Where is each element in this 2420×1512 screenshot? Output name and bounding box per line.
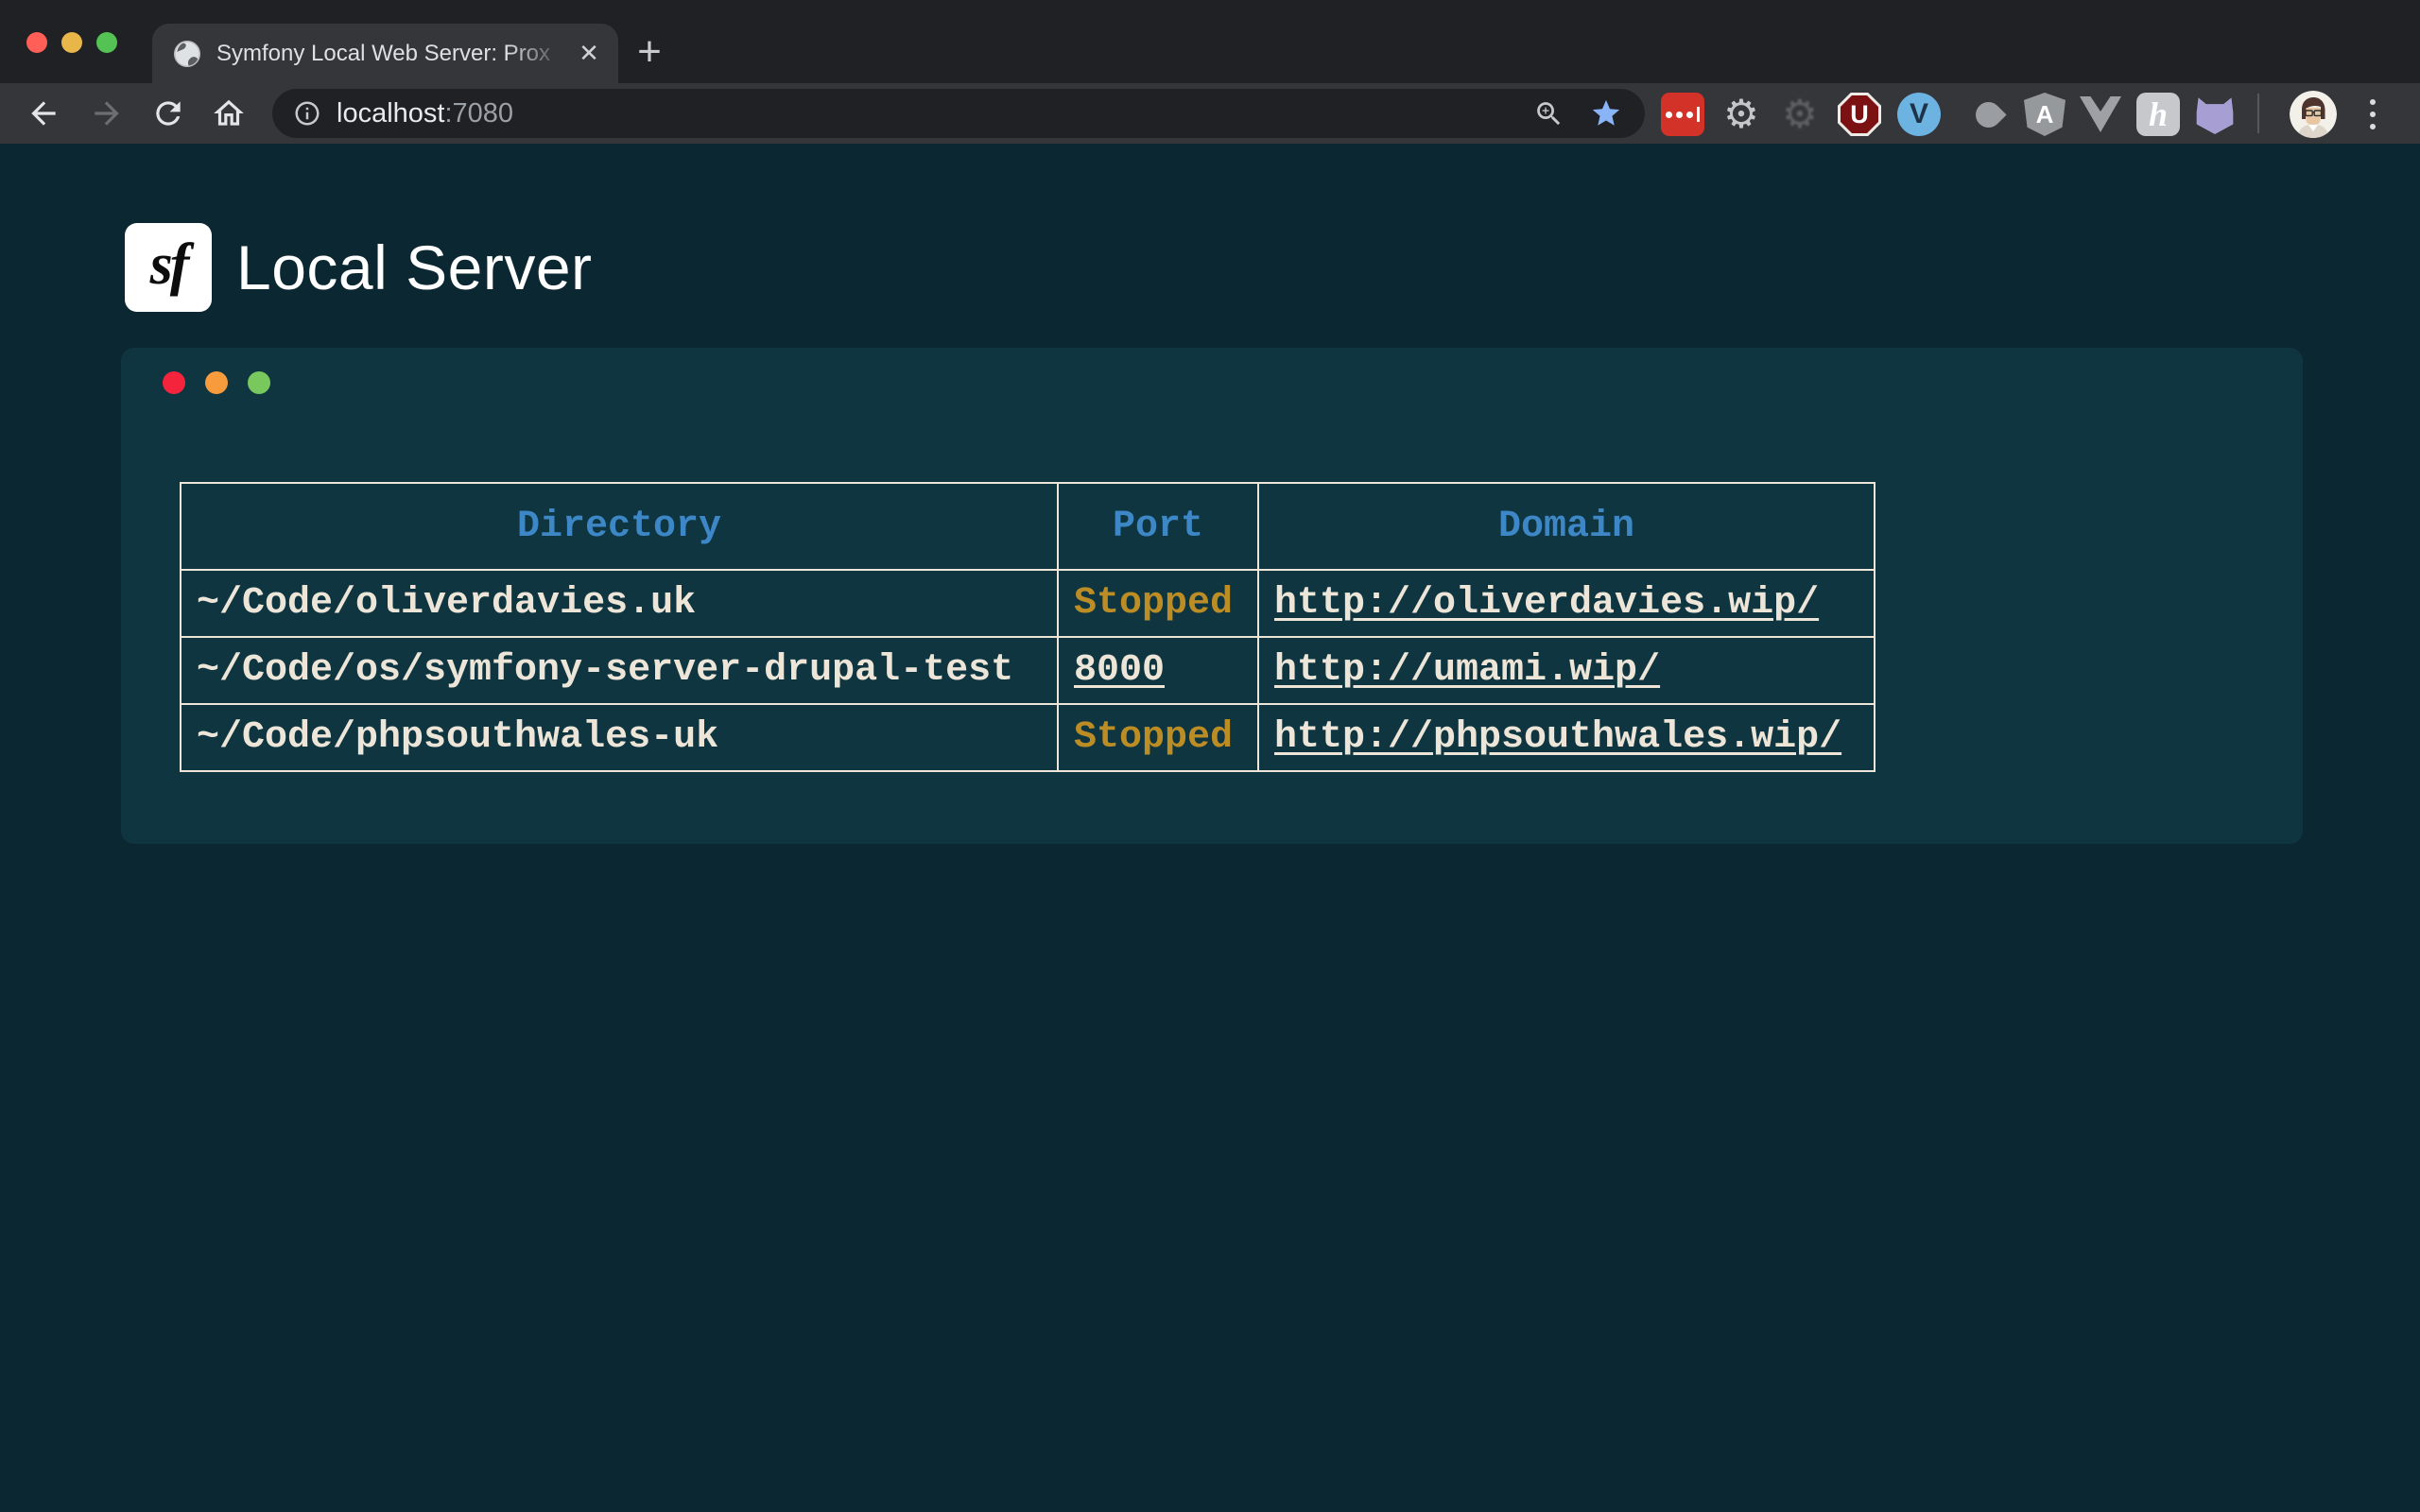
page-content: sf Local Server Directory Port Domain [0, 144, 2420, 1512]
toolbar-separator [2257, 94, 2259, 133]
home-button[interactable] [211, 95, 247, 131]
port-cell: Stopped [1058, 570, 1258, 637]
gear-extension-icon[interactable]: ⚙ [1720, 93, 1763, 136]
domain-link[interactable]: http://umami.wip/ [1274, 649, 1660, 692]
browser-menu-button[interactable] [2363, 93, 2382, 136]
directory-cell: ~/Code/oliverdavies.uk [181, 570, 1058, 637]
new-tab-button[interactable]: + [626, 29, 673, 77]
forward-button[interactable] [89, 95, 125, 131]
table-row: ~/Code/os/symfony-server-drupal-test 800… [181, 637, 1875, 704]
url-host: localhost [337, 98, 444, 129]
domain-link[interactable]: http://phpsouthwales.wip/ [1274, 716, 1841, 759]
tab-title: Symfony Local Web Server: Prox [216, 39, 573, 69]
browser-window: Symfony Local Web Server: Prox ✕ + local… [0, 0, 2420, 1512]
vue-extension-icon[interactable] [2079, 93, 2122, 136]
terminal-dots [163, 371, 270, 394]
globe-favicon-icon [173, 40, 201, 68]
angular-extension-icon[interactable]: A [2023, 93, 2066, 136]
port-status: Stopped [1074, 582, 1233, 625]
browser-toolbar: localhost:7080 ⚙ ⚙ U V [0, 83, 2420, 144]
domain-cell: http://phpsouthwales.wip/ [1258, 704, 1875, 771]
macos-minimize-button[interactable] [61, 32, 82, 53]
url-text[interactable]: localhost:7080 [337, 89, 513, 138]
reload-button[interactable] [150, 95, 186, 131]
table-row: ~/Code/oliverdavies.uk Stopped http://ol… [181, 570, 1875, 637]
macos-fullscreen-button[interactable] [96, 32, 117, 53]
directory-cell: ~/Code/os/symfony-server-drupal-test [181, 637, 1058, 704]
macos-close-button[interactable] [26, 32, 47, 53]
page-info-icon[interactable] [293, 99, 321, 128]
domain-link[interactable]: http://oliverdavies.wip/ [1274, 582, 1819, 625]
profile-avatar[interactable] [2290, 91, 2337, 138]
servers-table: Directory Port Domain ~/Code/oliverdavie… [180, 482, 1876, 772]
github-octocat-extension-icon[interactable] [2193, 93, 2237, 136]
terminal-dot-red [163, 371, 185, 394]
port-link[interactable]: 8000 [1074, 649, 1165, 692]
blue-v-extension-icon[interactable]: V [1897, 93, 1941, 136]
symfony-logo: sf [125, 223, 212, 312]
column-header-port: Port [1058, 483, 1258, 570]
directory-cell: ~/Code/phpsouthwales-uk [181, 704, 1058, 771]
column-header-directory: Directory [181, 483, 1058, 570]
terminal-dot-green [248, 371, 270, 394]
page-title: Local Server [236, 232, 593, 303]
port-status: Stopped [1074, 716, 1233, 759]
domain-cell: http://oliverdavies.wip/ [1258, 570, 1875, 637]
url-port: :7080 [444, 98, 513, 129]
ublock-extension-icon[interactable]: U [1838, 93, 1881, 136]
zoom-in-icon[interactable] [1533, 98, 1564, 129]
tab-close-icon[interactable]: ✕ [573, 38, 605, 70]
drupal-extension-icon[interactable] [1966, 93, 2010, 136]
disabled-gear-extension-icon[interactable]: ⚙ [1778, 93, 1822, 136]
titlebar: Symfony Local Web Server: Prox ✕ + [0, 0, 2420, 83]
honey-extension-icon[interactable]: h [2136, 93, 2180, 136]
browser-tab[interactable]: Symfony Local Web Server: Prox ✕ [152, 24, 618, 83]
brand-header: sf Local Server [125, 223, 593, 312]
bookmark-star-icon[interactable] [1590, 97, 1622, 129]
address-bar[interactable]: localhost:7080 [272, 89, 1645, 138]
terminal-dot-orange [205, 371, 228, 394]
port-cell: Stopped [1058, 704, 1258, 771]
lastpass-extension-icon[interactable] [1661, 93, 1704, 136]
back-button[interactable] [26, 95, 61, 131]
terminal-card: Directory Port Domain ~/Code/oliverdavie… [121, 348, 2303, 844]
column-header-domain: Domain [1258, 483, 1875, 570]
domain-cell: http://umami.wip/ [1258, 637, 1875, 704]
table-row: ~/Code/phpsouthwales-uk Stopped http://p… [181, 704, 1875, 771]
port-cell: 8000 [1058, 637, 1258, 704]
